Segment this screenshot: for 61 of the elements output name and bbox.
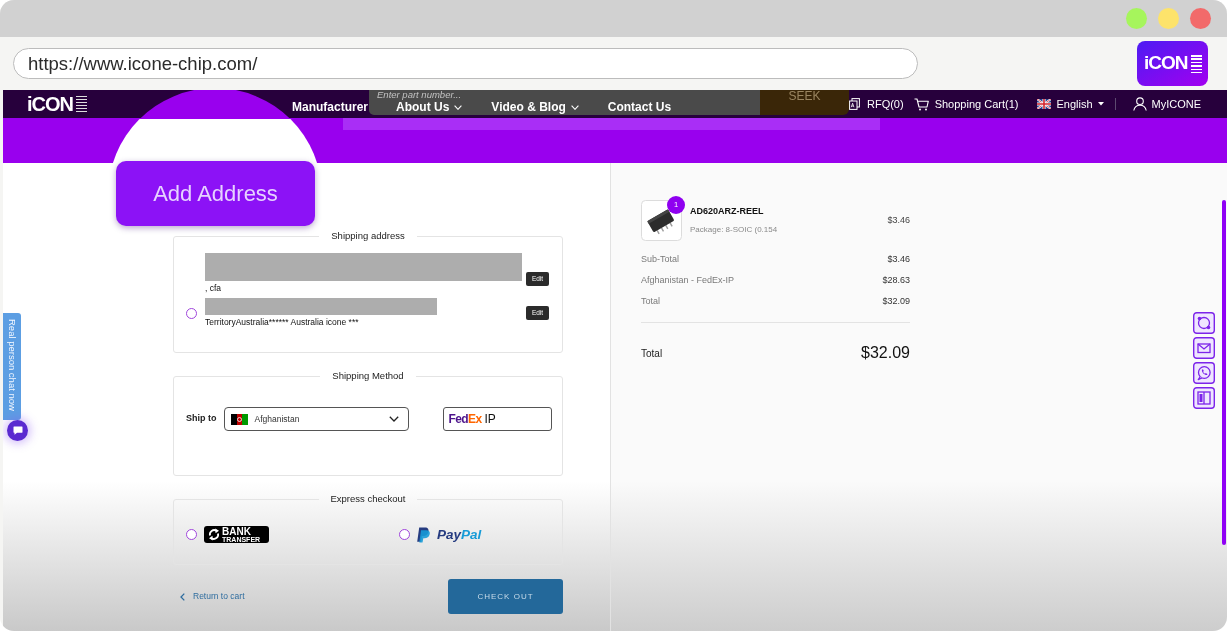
search-placeholder: Enter part number... <box>377 90 463 100</box>
select-value: Afghanistan <box>254 412 300 426</box>
product-price: $3.46 <box>887 213 910 227</box>
product-name: AD620ARZ-REEL <box>690 205 765 219</box>
chevron-left-icon <box>180 592 185 601</box>
caret-icon <box>1097 102 1104 106</box>
user-icon <box>1132 97 1147 111</box>
summary-value: $3.46 <box>887 252 910 266</box>
address-text: TerritoryAustralia****** Australia icone *** <box>205 317 360 328</box>
radio-button[interactable] <box>186 307 197 319</box>
total-value: $32.09 <box>861 343 910 363</box>
radio-button[interactable] <box>186 529 197 540</box>
documents-icon <box>849 98 860 110</box>
return-link[interactable]: Return to cart <box>173 590 245 603</box>
menu-link[interactable]: Video & Blog <box>491 101 579 114</box>
total-label: Total <box>641 346 663 361</box>
extension-logo[interactable]: iCON <box>1137 41 1208 86</box>
search-bar[interactable]: Enter part number... About Us Video & Blog Contact Us <box>369 90 760 115</box>
chat-ring-icon[interactable] <box>1193 312 1215 334</box>
section-title: Shipping Method <box>331 370 405 382</box>
section-title: Express checkout <box>329 493 407 505</box>
chevron-down-icon <box>388 416 399 422</box>
menu-link[interactable]: Manufacturer <box>292 101 368 114</box>
summary-value: $32.09 <box>882 294 910 308</box>
menu-link[interactable]: Contact Us <box>607 101 672 114</box>
account-link[interactable]: MyICONE <box>1132 95 1201 113</box>
summary-label: Afghanistan - FedEx-IP <box>641 273 735 287</box>
section-title: Shipping address <box>330 230 406 242</box>
add-address-button[interactable]: Add Address <box>116 161 315 226</box>
summary-value: $28.63 <box>882 273 910 287</box>
scrollbar-thumb[interactable] <box>1222 200 1226 545</box>
field-label: Ship to <box>186 412 217 426</box>
url-field[interactable]: https://www.icone-chip.com/ <box>13 48 918 79</box>
menu-link[interactable]: About Us <box>396 101 463 114</box>
flag-icon <box>230 413 248 425</box>
carrier-field[interactable]: FedEx IP <box>442 407 552 431</box>
seek-button[interactable]: SEEK <box>760 90 849 115</box>
rfq-link[interactable]: RFQ(0) <box>849 95 904 113</box>
service-label: IP <box>484 411 496 428</box>
summary-label: Total <box>641 294 660 308</box>
checkout-button[interactable]: CHECK OUT <box>448 579 563 614</box>
logo-text: BANK <box>222 526 252 536</box>
radio-button[interactable] <box>399 529 410 540</box>
site-logo[interactable]: iCON <box>27 94 87 114</box>
flag-icon <box>1037 99 1052 109</box>
message-icon <box>12 426 23 435</box>
language-selector[interactable]: English <box>1037 95 1104 113</box>
product-package: Package: 8-SOIC (0.154 <box>690 223 778 236</box>
phone-bubble-icon[interactable] <box>1193 362 1215 384</box>
payment-mark-icon <box>417 526 430 543</box>
mail-icon[interactable] <box>1193 337 1215 359</box>
payment-wordmark: PayPal <box>437 526 482 543</box>
summary-label: Sub-Total <box>641 252 680 266</box>
country-select[interactable]: Afghanistan <box>223 407 409 431</box>
chip-thumbnail <box>641 200 682 241</box>
exchange-arrows-icon <box>208 528 220 541</box>
address-text: , cfa <box>205 283 223 294</box>
cart-link[interactable]: Shopping Cart(1) <box>913 95 1019 113</box>
cart-icon <box>913 97 929 111</box>
carrier-logo: FedEx <box>448 412 482 426</box>
window-panel-icon[interactable] <box>1193 387 1215 409</box>
